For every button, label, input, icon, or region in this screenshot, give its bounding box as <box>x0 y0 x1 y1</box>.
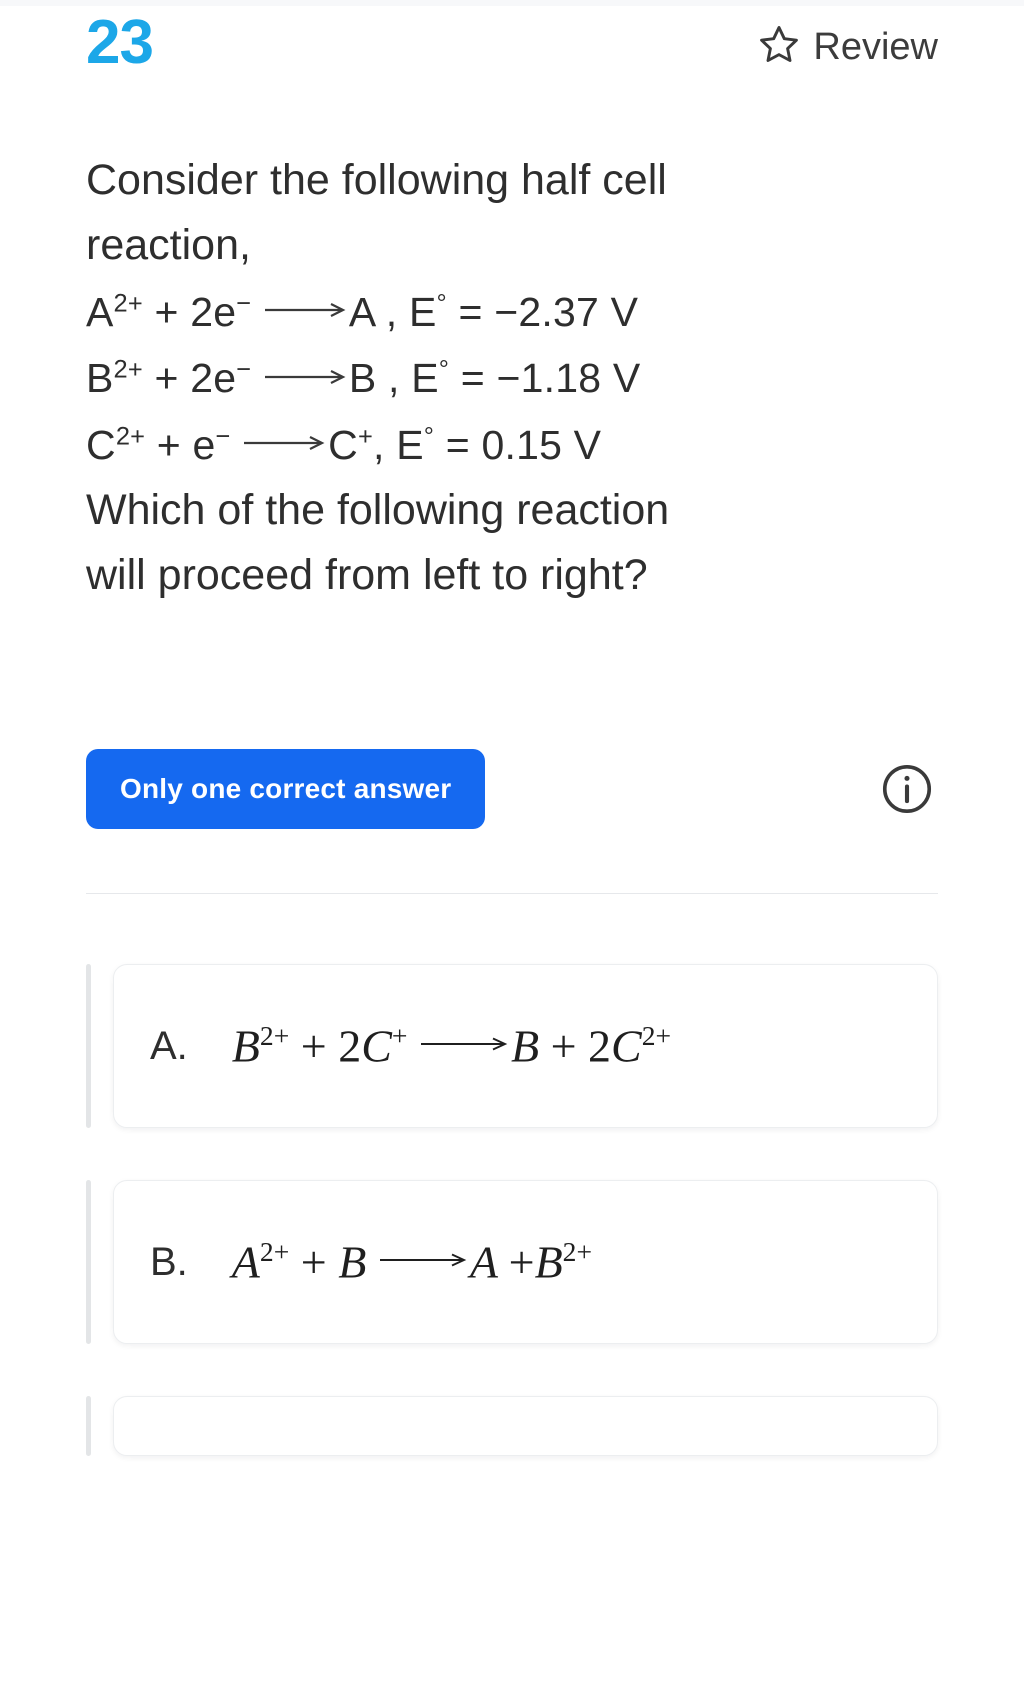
option-math-a: B2+ + 2C+ B + 2C2+ <box>232 1020 671 1072</box>
option-math-b: A2+ + B A +B2+ <box>232 1236 592 1288</box>
question-text-line-4: will proceed from left to right? <box>86 551 648 600</box>
opt-b-t4: A <box>469 1236 498 1288</box>
eq-a-separator: , <box>385 288 398 335</box>
eq-b-separator: , <box>388 355 400 402</box>
eq-b-potential-label: E <box>411 355 439 402</box>
option-card-c-partial[interactable] <box>113 1395 938 1456</box>
option-letter-a: A. <box>150 1023 188 1068</box>
eq-c-reactant-charge: 2+ <box>115 421 146 450</box>
question-text-line-1: Consider the following half cell <box>86 156 667 204</box>
option-accent-bar <box>86 963 91 1128</box>
option-card-a[interactable]: A. B2+ + 2C+ B + 2C2+ <box>113 963 938 1128</box>
eq-b-reactant: B <box>86 355 114 402</box>
options-list: A. B2+ + 2C+ B + 2C2+ B. A2+ + B A +B2+ <box>0 963 1024 1456</box>
eq-a-potential-label: E <box>408 288 437 335</box>
answer-mode-row: Only one correct answer <box>0 748 1024 829</box>
question-body: Consider the following half cell reactio… <box>0 148 1024 609</box>
option-card-b[interactable]: B. A2+ + B A +B2+ <box>113 1179 938 1344</box>
opt-a-t4: B <box>510 1020 540 1072</box>
question-page: 23 Review Consider the following half ce… <box>0 0 1024 1456</box>
eq-c-electron-charge: − <box>215 421 231 450</box>
eq-a-product: A <box>348 288 375 335</box>
section-divider <box>86 892 938 894</box>
question-number: 23 <box>86 8 154 77</box>
opt-a-t1: B <box>231 1020 260 1072</box>
opt-b-t1: A <box>231 1236 260 1288</box>
opt-a-s6: 2+ <box>641 1019 672 1051</box>
star-outline-icon <box>757 22 801 71</box>
reaction-arrow-icon <box>242 422 328 463</box>
option-row-a[interactable]: A. B2+ + 2C+ B + 2C2+ <box>86 963 938 1128</box>
opt-b-t2: + <box>300 1236 327 1288</box>
eq-b-product: B <box>348 355 377 402</box>
review-label: Review <box>813 25 938 68</box>
eq-b-potential-value: −1.18 V <box>496 355 641 402</box>
option-accent-bar <box>86 1179 91 1344</box>
eq-b-potential-degree: ° <box>438 355 450 384</box>
opt-a-t5: + 2 <box>550 1020 612 1072</box>
eq-c-electrons: + e <box>156 421 216 468</box>
eq-c-product: C <box>328 421 358 468</box>
equation-b: B2+ + 2e− B , E° = −1.18 V <box>86 345 938 411</box>
eq-a-reactant: A <box>86 288 114 335</box>
eq-c-separator: , <box>373 421 385 468</box>
reaction-arrow-icon <box>263 356 349 397</box>
only-one-correct-answer-badge: Only one correct answer <box>86 748 486 829</box>
opt-a-s1: 2+ <box>259 1019 290 1051</box>
eq-a-electron-charge: − <box>236 289 252 318</box>
option-letter-b: B. <box>150 1239 188 1284</box>
question-header: 23 Review <box>0 0 1024 96</box>
review-button[interactable]: Review <box>757 22 938 71</box>
eq-a-potential-degree: ° <box>436 289 447 318</box>
eq-b-electron-charge: − <box>236 355 252 384</box>
info-circle-icon[interactable] <box>876 758 938 820</box>
reaction-arrow-icon <box>419 1020 511 1066</box>
reaction-arrow-icon <box>378 1236 470 1282</box>
opt-b-t5: + <box>508 1236 535 1288</box>
option-row-b[interactable]: B. A2+ + B A +B2+ <box>86 1179 938 1344</box>
eq-b-electrons: + 2e <box>154 355 237 402</box>
eq-a-electrons: + 2e <box>154 288 237 335</box>
eq-c-potential-label: E <box>396 421 424 468</box>
opt-a-t3: C <box>361 1020 392 1072</box>
question-text-line-2: reaction, <box>86 221 251 270</box>
question-text-line-3: Which of the following reaction <box>86 485 670 534</box>
option-accent-bar <box>86 1395 91 1456</box>
equation-a: A2+ + 2e− A , E° = −2.37 V <box>86 279 938 345</box>
eq-a-potential-value: −2.37 V <box>494 288 639 335</box>
opt-b-t3: B <box>338 1236 367 1288</box>
reaction-arrow-icon <box>263 290 349 331</box>
eq-a-equals: = <box>458 288 483 335</box>
option-row-c-partial[interactable] <box>86 1395 938 1456</box>
opt-b-t6: B <box>534 1236 563 1288</box>
equation-c: C2+ + e− C+, E° = 0.15 V <box>86 412 938 478</box>
eq-b-reactant-charge: 2+ <box>113 355 143 384</box>
opt-a-t2: + 2 <box>300 1020 362 1072</box>
opt-b-s1: 2+ <box>259 1235 290 1267</box>
opt-a-s3: + <box>391 1019 408 1051</box>
opt-a-t6: C <box>611 1020 642 1072</box>
eq-c-potential-degree: ° <box>423 421 435 450</box>
eq-c-product-charge: + <box>357 421 374 450</box>
opt-b-s6: 2+ <box>562 1235 593 1267</box>
eq-c-equals: = <box>445 421 470 468</box>
eq-c-potential-value: 0.15 V <box>481 421 602 468</box>
eq-c-reactant: C <box>86 421 116 468</box>
eq-b-equals: = <box>460 355 485 402</box>
eq-a-reactant-charge: 2+ <box>113 289 143 318</box>
